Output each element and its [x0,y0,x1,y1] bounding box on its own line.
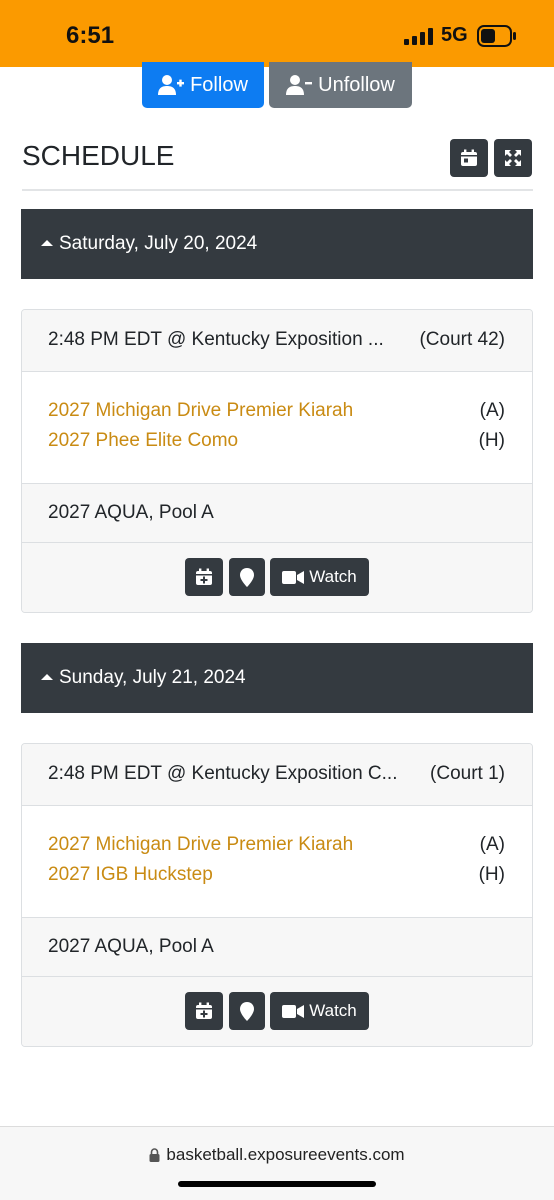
home-indicator [178,1181,376,1187]
video-icon [282,570,305,584]
calendar-plus-icon [196,568,212,585]
game-actions: Watch [22,977,532,1046]
follow-label: Follow [190,73,248,96]
url-display[interactable]: basketball.exposureevents.com [0,1145,554,1165]
team-side: (A) [479,834,505,855]
date-header-2[interactable]: Sunday, July 21, 2024 [21,643,533,713]
battery-icon [477,25,516,47]
user-minus-icon [286,75,313,95]
game-teams: 2027 Michigan Drive Premier Kiarah (A) 2… [22,806,532,917]
watch-button[interactable]: Watch [270,558,369,596]
date-label: Sunday, July 21, 2024 [59,667,246,688]
network-type: 5G [441,24,468,46]
video-icon [282,1004,305,1018]
game-time-location: 2:48 PM EDT @ Kentucky Exposition ... [48,329,384,350]
game-card: 2:48 PM EDT @ Kentucky Exposition C... (… [21,743,533,1047]
date-header-1[interactable]: Saturday, July 20, 2024 [21,209,533,279]
user-plus-icon [158,75,185,95]
team-link[interactable]: 2027 Phee Elite Como [48,430,238,452]
caret-up-icon [41,673,53,680]
pool-label: 2027 AQUA, Pool A [48,936,214,957]
caret-up-icon [41,239,53,246]
pool-label: 2027 AQUA, Pool A [48,502,214,523]
game-header: 2:48 PM EDT @ Kentucky Exposition ... (C… [22,310,532,372]
unfollow-button[interactable]: Unfollow [269,62,412,108]
game-pool: 2027 AQUA, Pool A [22,483,532,543]
watch-label: Watch [309,1001,357,1020]
team-link[interactable]: 2027 Michigan Drive Premier Kiarah [48,834,353,856]
team-side: (A) [479,400,505,421]
map-marker-icon [240,567,254,587]
team-link[interactable]: 2027 Michigan Drive Premier Kiarah [48,400,353,422]
game-actions: Watch [22,543,532,612]
url-text: basketball.exposureevents.com [166,1145,405,1164]
map-button[interactable] [229,992,265,1030]
signal-icon [404,28,433,45]
calendar-button[interactable] [450,139,488,177]
game-court: (Court 42) [419,329,505,350]
game-time-location: 2:48 PM EDT @ Kentucky Exposition C... [48,763,398,784]
map-button[interactable] [229,558,265,596]
unfollow-label: Unfollow [318,73,395,96]
add-to-calendar-button[interactable] [185,992,223,1030]
page-title: SCHEDULE [22,140,175,171]
game-header: 2:48 PM EDT @ Kentucky Exposition C... (… [22,744,532,806]
add-to-calendar-button[interactable] [185,558,223,596]
lock-icon [149,1148,160,1162]
watch-button[interactable]: Watch [270,992,369,1030]
calendar-plus-icon [196,1002,212,1019]
status-time: 6:51 [66,22,115,49]
browser-url-bar[interactable]: basketball.exposureevents.com [0,1126,554,1200]
game-teams: 2027 Michigan Drive Premier Kiarah (A) 2… [22,372,532,483]
calendar-icon [461,149,477,166]
status-bar: 6:51 5G [0,0,554,67]
game-court: (Court 1) [430,763,505,784]
game-pool: 2027 AQUA, Pool A [22,917,532,977]
watch-label: Watch [309,567,357,586]
map-marker-icon [240,1001,254,1021]
expand-button[interactable] [494,139,532,177]
expand-icon [505,150,521,166]
team-side: (H) [478,864,505,885]
date-label: Saturday, July 20, 2024 [59,233,258,254]
team-side: (H) [478,430,505,451]
follow-button[interactable]: Follow [142,62,264,108]
team-link[interactable]: 2027 IGB Huckstep [48,864,213,886]
divider [22,189,533,191]
game-card: 2:48 PM EDT @ Kentucky Exposition ... (C… [21,309,533,613]
